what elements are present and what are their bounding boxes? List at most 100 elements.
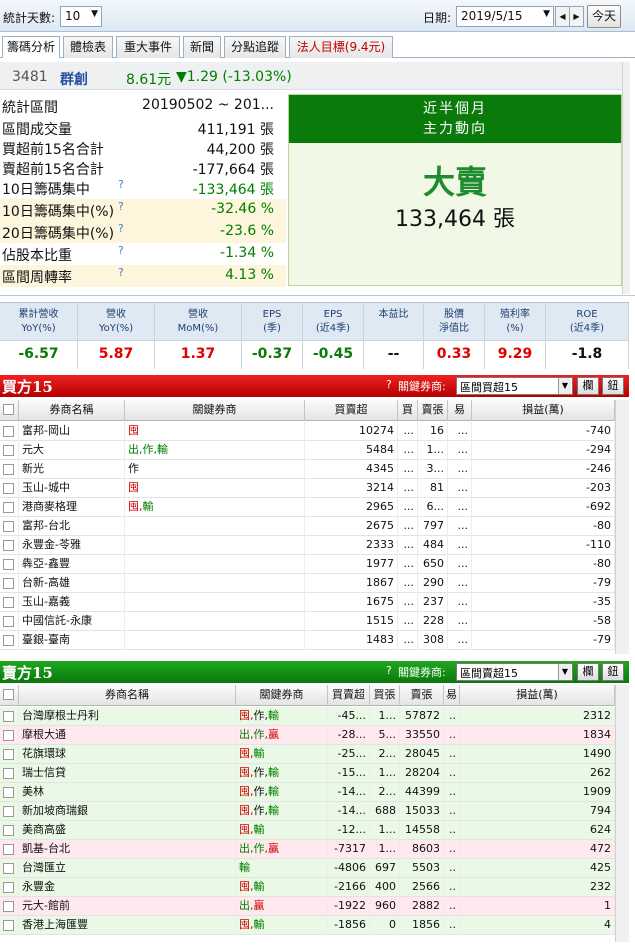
table-row[interactable]: 永豐金-苓雅 2333... 484... -110 — [0, 536, 615, 555]
row-checkbox[interactable] — [3, 635, 14, 646]
select-all-checkbox[interactable] — [3, 689, 14, 700]
table-row[interactable]: 犇亞-鑫豐 1977... 650... -80 — [0, 555, 615, 574]
row-checkbox[interactable] — [3, 749, 14, 760]
column-header[interactable]: 損益(萬) — [460, 685, 615, 706]
column-header[interactable]: 買賣超 — [328, 685, 370, 706]
column-header[interactable]: 買賣超 — [305, 400, 398, 421]
table-row[interactable]: 香港上海匯豐 囤,輸 -1856 0 1856.. 4 — [0, 916, 615, 935]
row-checkbox[interactable] — [3, 616, 14, 627]
column-header[interactable] — [0, 685, 19, 706]
row-checkbox[interactable] — [3, 787, 14, 798]
tab-chip-analysis[interactable]: 籌碼分析 — [2, 36, 60, 59]
row-checkbox[interactable] — [3, 901, 14, 912]
row-checkbox[interactable] — [3, 540, 14, 551]
row-checkbox[interactable] — [3, 597, 14, 608]
row-checkbox[interactable] — [3, 844, 14, 855]
row-checkbox[interactable] — [3, 825, 14, 836]
column-header[interactable]: 賣張 — [418, 400, 448, 421]
select-all-checkbox[interactable] — [3, 404, 14, 415]
table-row[interactable]: 元大-館前 出,贏 -1922 960 2882.. 1 — [0, 897, 615, 916]
row-checkbox[interactable] — [3, 464, 14, 475]
column-header[interactable]: 關鍵券商 — [125, 400, 305, 421]
row-checkbox[interactable] — [3, 445, 14, 456]
table-row[interactable]: 中國信託-永康 1515... 228... -58 — [0, 612, 615, 631]
column-header[interactable] — [0, 400, 19, 421]
row-checkbox[interactable] — [3, 578, 14, 589]
table-row[interactable]: 瑞士信貸 囤,作,輸 -15... 1... 28204.. 262 — [0, 764, 615, 783]
row-checkbox[interactable] — [3, 711, 14, 722]
cell-pl: -79 — [472, 574, 615, 593]
buy-table-scrollbar[interactable] — [615, 400, 629, 654]
table-row[interactable]: 摩根大通 出,作,贏 -28... 5... 33550.. 1834 — [0, 726, 615, 745]
buy-buttons-button[interactable]: 鈕 — [602, 377, 624, 395]
table-row[interactable]: 港商麥格理 囤,輸 2965... 6...... -692 — [0, 498, 615, 517]
column-header[interactable]: 關鍵券商 — [236, 685, 328, 706]
help-icon[interactable]: ? — [118, 200, 124, 213]
sell-ranking-select[interactable]: 區間賣超15 ▼ — [456, 663, 573, 681]
row-checkbox[interactable] — [3, 920, 14, 931]
table-row[interactable]: 台新-高雄 1867... 290... -79 — [0, 574, 615, 593]
sell-help-icon[interactable]: ? — [386, 664, 392, 677]
sell-columns-button[interactable]: 欄 — [577, 663, 599, 681]
days-label: 統計天數: — [3, 11, 56, 25]
buy-ranking-select[interactable]: 區間買超15 ▼ — [456, 377, 573, 395]
row-checkbox[interactable] — [3, 882, 14, 893]
tab-news[interactable]: 新聞 — [183, 36, 221, 58]
tab-health-check[interactable]: 體檢表 — [63, 36, 113, 58]
table-row[interactable]: 富邦-台北 2675... 797... -80 — [0, 517, 615, 536]
broker-tag: 輸 — [142, 500, 154, 513]
row-checkbox[interactable] — [3, 426, 14, 437]
column-header[interactable]: 買張 — [370, 685, 400, 706]
column-header[interactable]: 券商名稱 — [19, 400, 125, 421]
table-row[interactable]: 富邦-岡山囤 10274... 16... -740 — [0, 422, 615, 441]
cell-pl: 232 — [460, 878, 615, 897]
panel-scrollbar[interactable] — [622, 62, 630, 294]
sell-table-scrollbar[interactable] — [615, 685, 629, 942]
tab-major-events[interactable]: 重大事件 — [116, 36, 180, 58]
table-row[interactable]: 台灣摩根士丹利 囤,作,輸 -45... 1... 57872.. 2312 — [0, 707, 615, 726]
help-icon[interactable]: ? — [118, 244, 124, 257]
row-checkbox[interactable] — [3, 863, 14, 874]
prev-day-button[interactable]: ◀ — [555, 6, 570, 27]
column-header[interactable]: 賣張 — [400, 685, 444, 706]
date-picker[interactable]: 2019/5/15 ▼ — [456, 6, 554, 27]
row-checkbox[interactable] — [3, 559, 14, 570]
buy-help-icon[interactable]: ? — [386, 378, 392, 391]
table-row[interactable]: 玉山-城中囤 3214... 81... -203 — [0, 479, 615, 498]
table-row[interactable]: 美林 囤,作,輸 -14... 2... 44399.. 1909 — [0, 783, 615, 802]
sell-buttons-button[interactable]: 鈕 — [602, 663, 624, 681]
help-icon[interactable]: ? — [118, 266, 124, 279]
key-broker-tags — [125, 555, 305, 574]
table-row[interactable]: 凱基-台北 出,作,贏 -7317 1... 8603.. 472 — [0, 840, 615, 859]
row-checkbox[interactable] — [3, 483, 14, 494]
row-checkbox[interactable] — [3, 521, 14, 532]
help-icon[interactable]: ? — [118, 222, 124, 235]
column-header[interactable]: 券商名稱 — [19, 685, 236, 706]
table-row[interactable]: 臺銀-臺南 1483... 308... -79 — [0, 631, 615, 650]
today-button[interactable]: 今天 — [587, 5, 621, 28]
tab-institutional-target[interactable]: 法人目標(9.4元) — [289, 36, 393, 58]
row-checkbox[interactable] — [3, 730, 14, 741]
table-row[interactable]: 元大 出,作,輸 5484... 1...... -294 — [0, 441, 615, 460]
row-checkbox[interactable] — [3, 806, 14, 817]
metric-subtitle: YoY(%) — [21, 323, 56, 334]
column-header[interactable]: 買 — [398, 400, 418, 421]
table-row[interactable]: 美商高盛 囤,輸 -12... 1... 14558.. 624 — [0, 821, 615, 840]
table-row[interactable]: 新光作 4345... 3...... -246 — [0, 460, 615, 479]
help-icon[interactable]: ? — [118, 178, 124, 191]
next-day-button[interactable]: ▶ — [569, 6, 584, 27]
table-row[interactable]: 玉山-嘉義 1675... 237... -35 — [0, 593, 615, 612]
column-header[interactable]: 易 — [448, 400, 472, 421]
row-checkbox[interactable] — [3, 502, 14, 513]
table-row[interactable]: 永豐金 囤,輸 -2166 400 2566.. 232 — [0, 878, 615, 897]
table-row[interactable]: 台灣匯立輸 -4806 697 5503.. 425 — [0, 859, 615, 878]
table-row[interactable]: 花旗環球 囤,輸 -25... 2... 28045.. 1490 — [0, 745, 615, 764]
table-row[interactable]: 新加坡商瑞銀 囤,作,輸 -14... 688 15033.. 794 — [0, 802, 615, 821]
days-select[interactable]: 10 ▼ — [60, 6, 102, 27]
tab-branch-tracking[interactable]: 分點追蹤 — [224, 36, 286, 58]
row-checkbox[interactable] — [3, 768, 14, 779]
column-header[interactable]: 易 — [444, 685, 460, 706]
cell-net: -14... — [328, 802, 370, 821]
column-header[interactable]: 損益(萬) — [472, 400, 615, 421]
buy-columns-button[interactable]: 欄 — [577, 377, 599, 395]
